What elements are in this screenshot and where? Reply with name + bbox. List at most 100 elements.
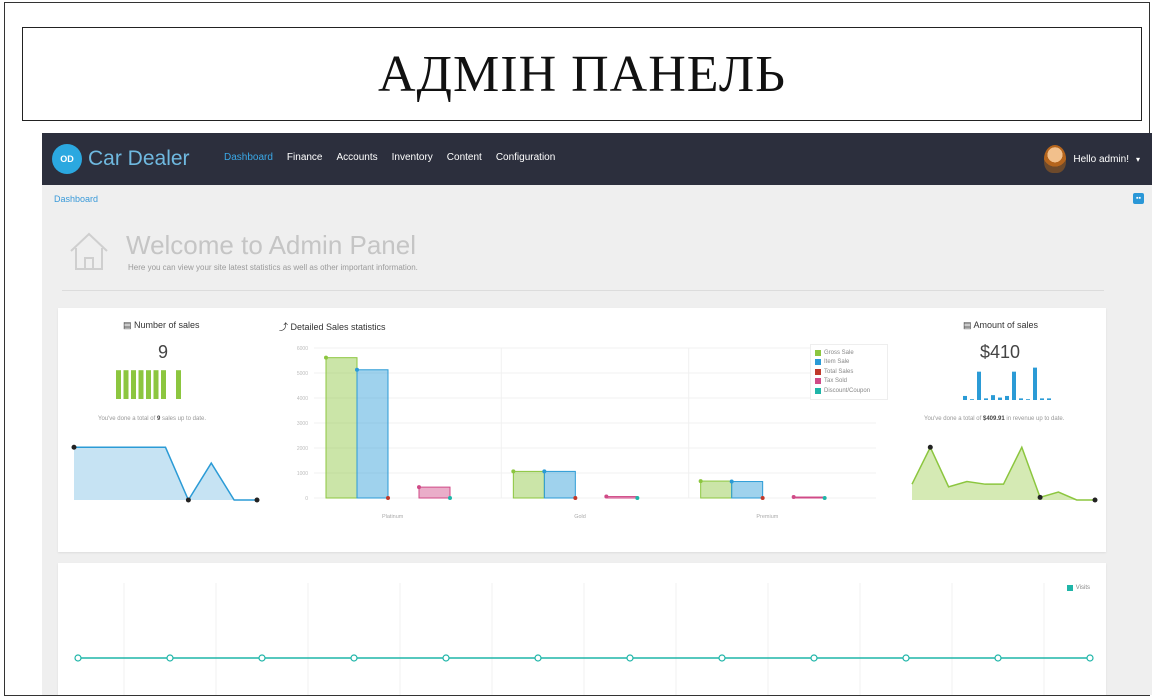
y-tick-label: 6000 [297,346,308,352]
bar-point [448,496,452,500]
spark-bar [123,370,129,399]
chevron-down-icon: ▾ [1135,154,1140,164]
bar [700,480,733,499]
visits-point [442,654,450,662]
legend-item: Gross Sale [815,348,883,358]
sales-count-title: ▤ Number of sales [123,320,200,330]
spark-bar [1040,398,1044,400]
spark-bar [176,370,181,399]
amount-value: $410 [980,342,1021,362]
welcome-subtitle: Here you can view your site latest stati… [128,263,418,272]
spark-bar [1047,398,1051,400]
visits-point [902,654,910,662]
chart-legend: Gross Sale Item Sale Total Sales Tax Sol… [810,344,888,400]
line-marker [71,444,77,450]
user-menu[interactable]: Hello admin! ▾ [1044,145,1140,173]
bar-point [417,485,421,490]
visits-card: Visits [58,563,1106,695]
spark-bar [146,370,151,399]
detailed-stats-title: ⤴ Detailed Sales statistics [279,322,386,332]
spark-bar [991,395,995,400]
legend-item: Discount/Coupon [815,386,883,396]
spark-bar [970,399,974,400]
visits-line-chart [74,583,1094,695]
y-tick-label: 5000 [297,371,308,377]
bar [325,357,358,499]
bar-point [573,496,578,500]
amount-line-chart [911,444,1098,503]
welcome-title: Welcome to Admin Panel [126,230,416,260]
bar [605,496,638,499]
spark-bar [1005,395,1009,400]
bar-point [604,494,609,499]
y-tick-label: 3000 [297,421,308,427]
bar-point [635,496,640,500]
welcome-header: Welcome to Admin Panel Here you can view… [62,215,1104,291]
bar-point [386,496,390,500]
bar [512,470,545,499]
visits-legend-label: Visits [1075,585,1090,591]
stats-card: ▤ Number of sales 9 You've done a total … [58,308,1106,552]
brand-logo[interactable]: OD Car Dealer [52,143,190,175]
visits-point [810,654,818,662]
collapse-button[interactable]: ▪▪ [1133,193,1144,204]
bar [793,496,826,499]
bar-point [760,496,765,500]
sales-count-value: 9 [158,342,169,362]
bar [418,486,451,499]
line-marker [1037,494,1043,500]
spark-bar [138,370,144,399]
x-tick-label: Gold [574,514,586,520]
spark-bar [963,395,967,400]
spark-bar [1019,398,1023,400]
line-marker [927,444,933,450]
spark-bar [1012,371,1016,400]
spark-bar [1026,399,1030,400]
line-marker [1092,497,1098,503]
amount-sparkbars [963,367,1051,400]
bar-point [324,355,328,360]
spark-bar [1033,367,1037,400]
legend-item: Tax Sold [815,377,883,387]
home-icon [70,232,108,270]
nav-content[interactable]: Content [447,152,482,163]
visits-point [166,654,174,662]
visits-point [350,654,358,662]
line-marker [254,497,260,503]
visits-point [258,654,266,662]
visits-point [626,654,634,662]
visits-point [1086,654,1094,662]
nav-dashboard[interactable]: Dashboard [224,152,273,163]
visits-point [718,654,726,662]
legend-item: Item Sale [815,358,883,368]
bar-point [698,479,703,484]
brand-name: Car Dealer [88,147,190,170]
nav-accounts[interactable]: Accounts [337,152,378,163]
bar-point [822,496,827,500]
dashboard-screenshot: OD Car Dealer Dashboard Finance Accounts… [42,133,1152,695]
nav-configuration[interactable]: Configuration [496,152,555,163]
spark-bar [161,370,166,399]
line-marker [185,497,191,503]
y-tick-label: 0 [305,496,308,502]
bar-point [542,469,547,474]
bar [543,470,576,499]
bar-point [729,479,734,484]
detailed-sales-chart: 6000 5000 4000 3000 2000 1000 0 Platinum Gold Pre… [297,346,876,520]
bar-point [511,469,516,474]
nav-inventory[interactable]: Inventory [392,152,433,163]
bar-point [355,367,359,372]
spark-bar [984,398,988,400]
visits-point [994,654,1002,662]
nav-finance[interactable]: Finance [287,152,323,163]
spark-bar [998,397,1002,400]
breadcrumb[interactable]: Dashboard [54,194,98,204]
slide-title: АДМІН ПАНЕЛЬ [378,45,786,103]
y-tick-label: 1000 [297,471,308,477]
spark-bar [131,370,136,399]
spark-bar [153,370,159,399]
visits-point [74,654,82,662]
amount-note: You've done a total of $409.91 in revenu… [924,416,1065,422]
bar [356,369,389,499]
sales-count-line-chart [71,444,260,503]
